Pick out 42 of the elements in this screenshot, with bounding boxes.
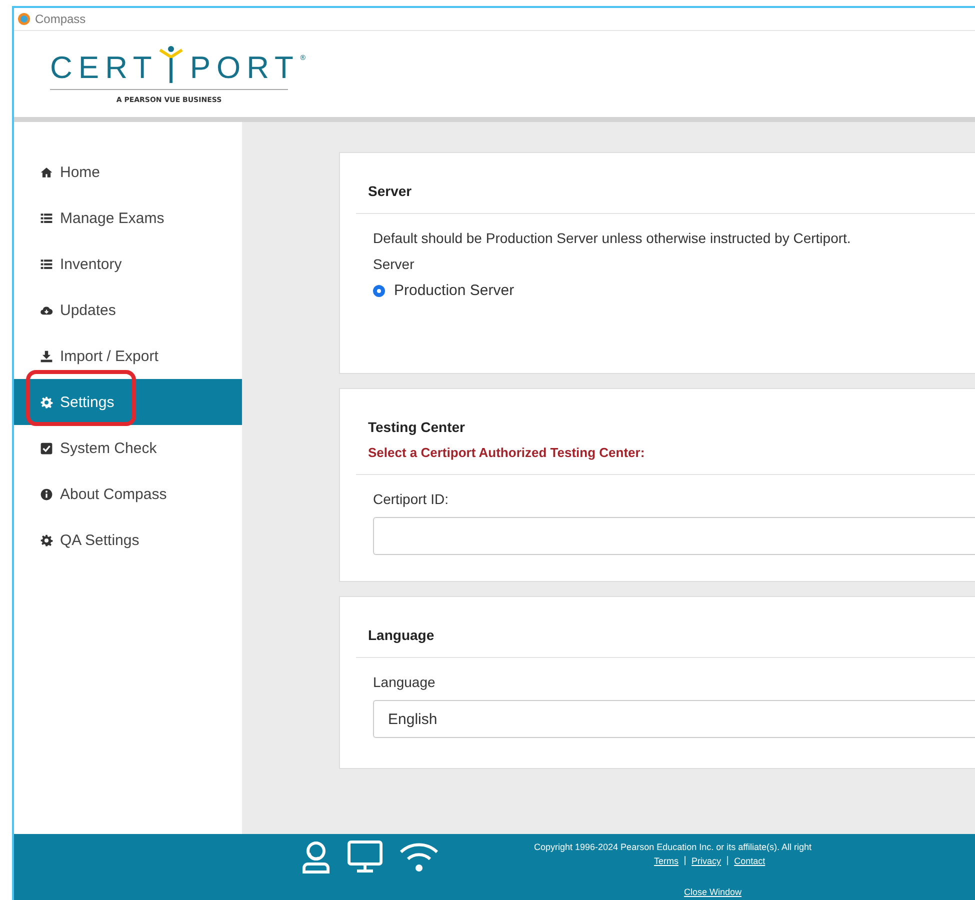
window-title: Compass	[35, 12, 86, 26]
logo-text: CERT	[50, 52, 158, 84]
link-separator: |	[684, 856, 687, 866]
language-select[interactable]: English	[373, 700, 975, 738]
download-icon	[40, 350, 53, 362]
sidebar-item[interactable]: Home	[14, 149, 242, 195]
sidebar-item[interactable]: About Compass	[14, 471, 242, 517]
link-separator: |	[726, 856, 730, 866]
person-figure-icon	[158, 44, 184, 84]
close-window-link[interactable]: Close Window	[684, 887, 742, 897]
footer-link[interactable]: Contact	[734, 856, 766, 866]
card-title: Testing Center	[368, 419, 466, 435]
warning-text: Select a Certiport Authorized Testing Center:	[368, 445, 646, 460]
settings-icon	[40, 396, 53, 408]
list-icon	[40, 258, 53, 270]
sidebar-item[interactable]: Inventory	[14, 241, 242, 287]
card-title: Server	[368, 183, 413, 199]
sidebar-item[interactable]: Settings	[14, 379, 242, 425]
card-title: Language	[368, 627, 436, 643]
checkbox-icon	[40, 442, 53, 454]
cloud-icon	[40, 304, 53, 316]
home-icon	[40, 166, 53, 178]
sidebar-item[interactable]: QA Settings	[14, 517, 242, 563]
copyright-text: Copyright 1996-2024 Pearson Education Inc. or its affiliate(s). All right	[534, 842, 812, 852]
field-label: Certiport ID:	[373, 491, 450, 507]
note-text: Default should be Production Server unless otherwise instructed by Certiport.	[373, 230, 852, 246]
sidebar-item[interactable]: Manage Exams	[14, 195, 242, 241]
field-label: Server	[373, 256, 416, 272]
app-icon	[18, 13, 30, 25]
footer-link[interactable]: Privacy	[692, 856, 722, 866]
list-icon	[40, 212, 53, 224]
info-icon	[40, 488, 53, 500]
settings-icon	[40, 534, 53, 546]
input-field[interactable]	[373, 517, 975, 555]
sidebar-item[interactable]: Updates	[14, 287, 242, 333]
field-label: Language	[373, 674, 436, 690]
radio-option[interactable]: Production Server	[373, 282, 975, 299]
logo-text: PORT	[190, 52, 300, 84]
footer-link[interactable]: Terms	[654, 856, 678, 866]
sidebar-item[interactable]: System Check	[14, 425, 242, 471]
sidebar-item[interactable]: Import / Export	[14, 333, 242, 379]
monitor-icon	[346, 840, 384, 874]
